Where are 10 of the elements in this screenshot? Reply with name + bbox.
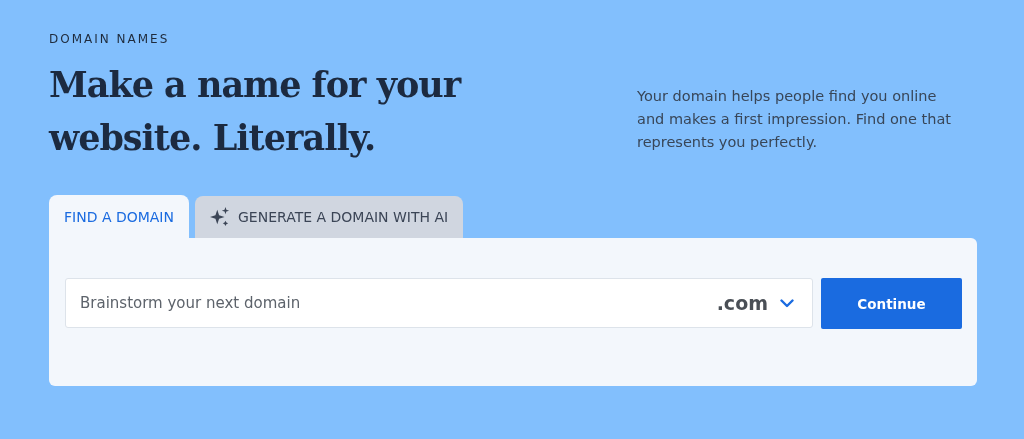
chevron-down-icon: [780, 298, 794, 308]
sparkle-icon: [210, 207, 230, 227]
tab[interactable]: FIND A DOMAIN: [49, 195, 189, 238]
continue-button[interactable]: Continue: [821, 278, 962, 329]
domain-search-field[interactable]: Brainstorm your next domain .com: [65, 278, 813, 328]
section-label: DOMAIN NAMES: [49, 32, 171, 46]
tab[interactable]: GENERATE A DOMAIN WITH AI: [195, 196, 464, 238]
headline: Make a name for your website. Literally.: [49, 63, 463, 160]
intro-paragraph: Your domain helps people find you online and makes a first impression. Find one that represents you perfectly.: [637, 87, 952, 152]
tld-dropdown[interactable]: .com: [708, 279, 812, 327]
